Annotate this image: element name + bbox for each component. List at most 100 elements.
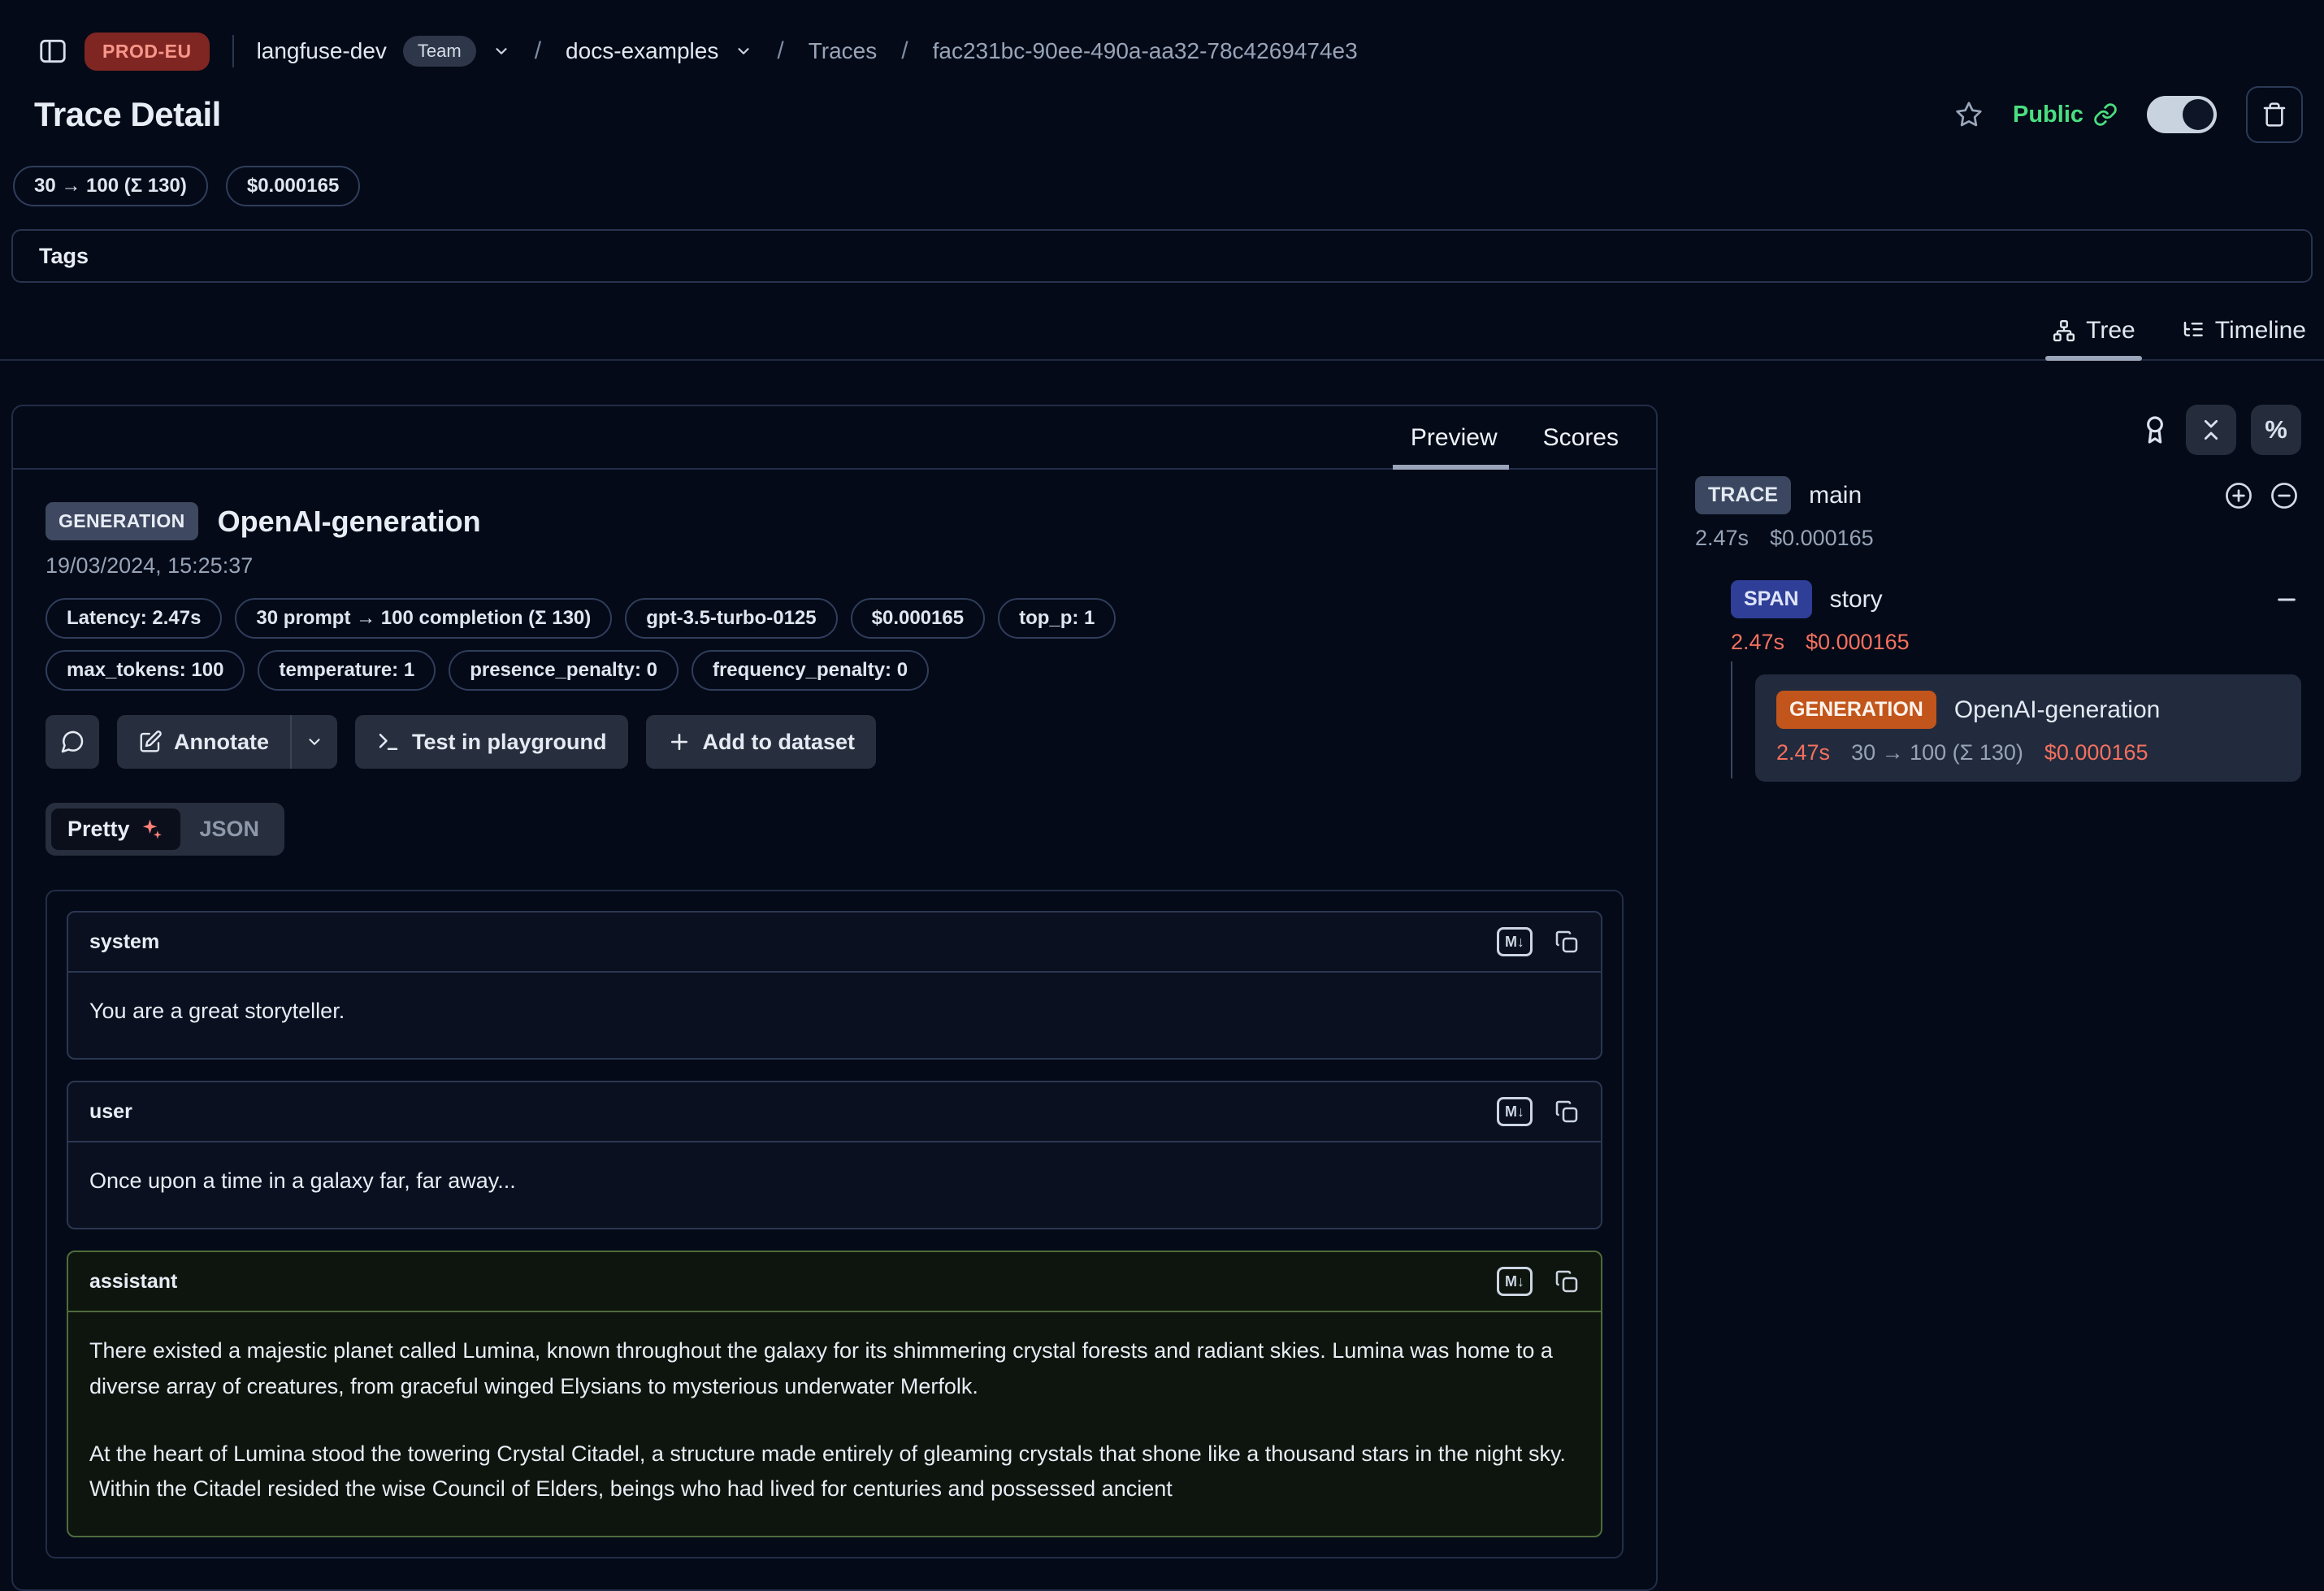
collapse-node-icon[interactable] [2269,480,2300,511]
generation-metrics: 2.47s 30 → 100 (Σ 130) $0.000165 [1776,740,2280,765]
title-row: Trace Detail Public [0,78,2324,143]
format-pretty-segment[interactable]: Pretty [51,809,180,850]
message-role: system [89,930,159,954]
observation-panel: Preview Scores GENERATION OpenAI-generat… [11,405,1658,1591]
trace-badges: 30 → 100 (Σ 130) $0.000165 [0,143,2324,206]
collapse-all-button[interactable] [2186,405,2236,455]
percent-icon: % [2265,415,2287,444]
breadcrumb-separator: / [901,37,908,65]
presence-penalty-badge: presence_penalty: 0 [449,650,679,691]
expand-all-icon[interactable] [2223,480,2254,511]
chevron-down-icon[interactable] [735,42,752,60]
trace-cost: $0.000165 [1770,526,1874,551]
copy-icon[interactable] [1554,1099,1580,1125]
tree-node-span[interactable]: SPAN story [1731,580,2313,618]
award-icon[interactable] [2139,414,2171,446]
assistant-paragraph: At the heart of Lumina stood the towerin… [89,1437,1580,1506]
bookmark-star-icon[interactable] [1954,100,1984,129]
token-usage-badge[interactable]: 30 prompt → 100 completion (Σ 130) [235,598,612,639]
toggle-knob [2183,99,2213,130]
test-in-playground-button[interactable]: Test in playground [355,715,628,769]
timeline-icon [2181,319,2205,343]
observation-type-badge: GENERATION [46,502,198,540]
observation-badges: Latency: 2.47s 30 prompt → 100 completio… [13,579,1329,691]
format-json-segment[interactable]: JSON [180,809,280,850]
message-system: system M↓ You are a great storyteller. [67,911,1602,1060]
breadcrumb-traces[interactable]: Traces [809,38,878,64]
generation-name: OpenAI-generation [1954,696,2161,724]
io-container: system M↓ You are a great storyteller. u… [46,890,1624,1558]
message-assistant: assistant M↓ There existed a majestic pl… [67,1251,1602,1537]
trace-metrics: 2.47s $0.000165 [1695,526,2313,551]
comment-icon [59,729,85,755]
message-content: You are a great storyteller. [68,973,1601,1058]
public-label: Public [2013,102,2083,128]
span-type-badge: SPAN [1731,580,1812,618]
page-title: Trace Detail [34,95,221,134]
add-to-dataset-button[interactable]: Add to dataset [646,715,877,769]
trash-icon [2261,102,2287,128]
copy-icon[interactable] [1554,1268,1580,1294]
generation-latency: 2.47s [1776,740,1830,765]
tree-connector-line [1731,661,1732,778]
max-tokens-badge: max_tokens: 100 [46,650,245,691]
fold-vertical-icon [2198,417,2224,443]
minus-icon[interactable] [2274,587,2300,613]
breadcrumb-project[interactable]: docs-examples [566,38,718,64]
trace-latency: 2.47s [1695,526,1749,551]
tree-node-trace[interactable]: TRACE main [1695,476,2313,514]
observation-name: OpenAI-generation [218,505,481,539]
cost-badge[interactable]: $0.000165 [851,598,985,639]
trace-token-usage-badge: 30 → 100 (Σ 130) [13,166,208,206]
edit-icon [138,730,163,754]
pretty-label: Pretty [67,817,130,842]
breadcrumb-trace-id: fac231bc-90ee-490a-aa32-78c4269474e3 [933,38,1358,64]
chevron-down-icon [306,733,323,751]
message-content: There existed a majestic planet called L… [68,1312,1601,1536]
assistant-paragraph: There existed a majestic planet called L… [89,1333,1580,1403]
comment-button[interactable] [46,715,99,769]
public-toggle[interactable] [2147,96,2217,133]
breadcrumb-org[interactable]: langfuse-dev [257,38,387,64]
breadcrumb-separator: / [535,37,541,65]
chevron-down-icon[interactable] [492,42,510,60]
annotate-dropdown-button[interactable] [292,715,337,769]
tab-scores[interactable]: Scores [1543,424,1619,468]
plus-icon [667,730,692,754]
delete-trace-button[interactable] [2246,86,2303,143]
trace-name: main [1809,482,1862,509]
divider [232,35,234,67]
tab-tree[interactable]: Tree [2052,317,2135,359]
terminal-icon [376,730,401,754]
view-tabs: Tree Timeline [0,317,2324,361]
span-latency: 2.47s [1731,630,1784,655]
tree-node-generation-selected[interactable]: GENERATION OpenAI-generation 2.47s 30 → … [1755,674,2301,782]
trace-tree-sidebar: % TRACE main 2.47s [1658,405,2313,782]
playground-label: Test in playground [412,730,607,755]
frequency-penalty-badge: frequency_penalty: 0 [692,650,929,691]
sidebar-toggle-icon[interactable] [37,36,68,67]
copy-icon[interactable] [1554,929,1580,955]
latency-badge: Latency: 2.47s [46,598,222,639]
public-link[interactable]: Public [2013,102,2118,128]
org-plan-badge: Team [403,36,476,67]
annotate-button[interactable]: Annotate [117,715,337,769]
metrics-toggle-button[interactable]: % [2251,405,2301,455]
tab-timeline-label: Timeline [2215,317,2306,345]
action-buttons: Annotate Test in playground Add to datas… [13,691,1656,769]
link-icon [2093,102,2118,127]
generation-type-badge: GENERATION [1776,691,1936,729]
trace-type-badge: TRACE [1695,476,1791,514]
environment-badge[interactable]: PROD-EU [85,33,210,71]
model-badge[interactable]: gpt-3.5-turbo-0125 [625,598,837,639]
tab-preview[interactable]: Preview [1411,424,1498,468]
format-toggle: Pretty JSON [46,803,284,856]
top-p-badge: top_p: 1 [998,598,1116,639]
markdown-toggle-icon[interactable]: M↓ [1497,1097,1533,1126]
tags-box[interactable]: Tags [11,229,2313,283]
generation-cost: $0.000165 [2044,740,2148,765]
markdown-toggle-icon[interactable]: M↓ [1497,927,1533,956]
markdown-toggle-icon[interactable]: M↓ [1497,1267,1533,1296]
observation-timestamp: 19/03/2024, 15:25:37 [13,540,1656,579]
tab-timeline[interactable]: Timeline [2181,317,2306,359]
